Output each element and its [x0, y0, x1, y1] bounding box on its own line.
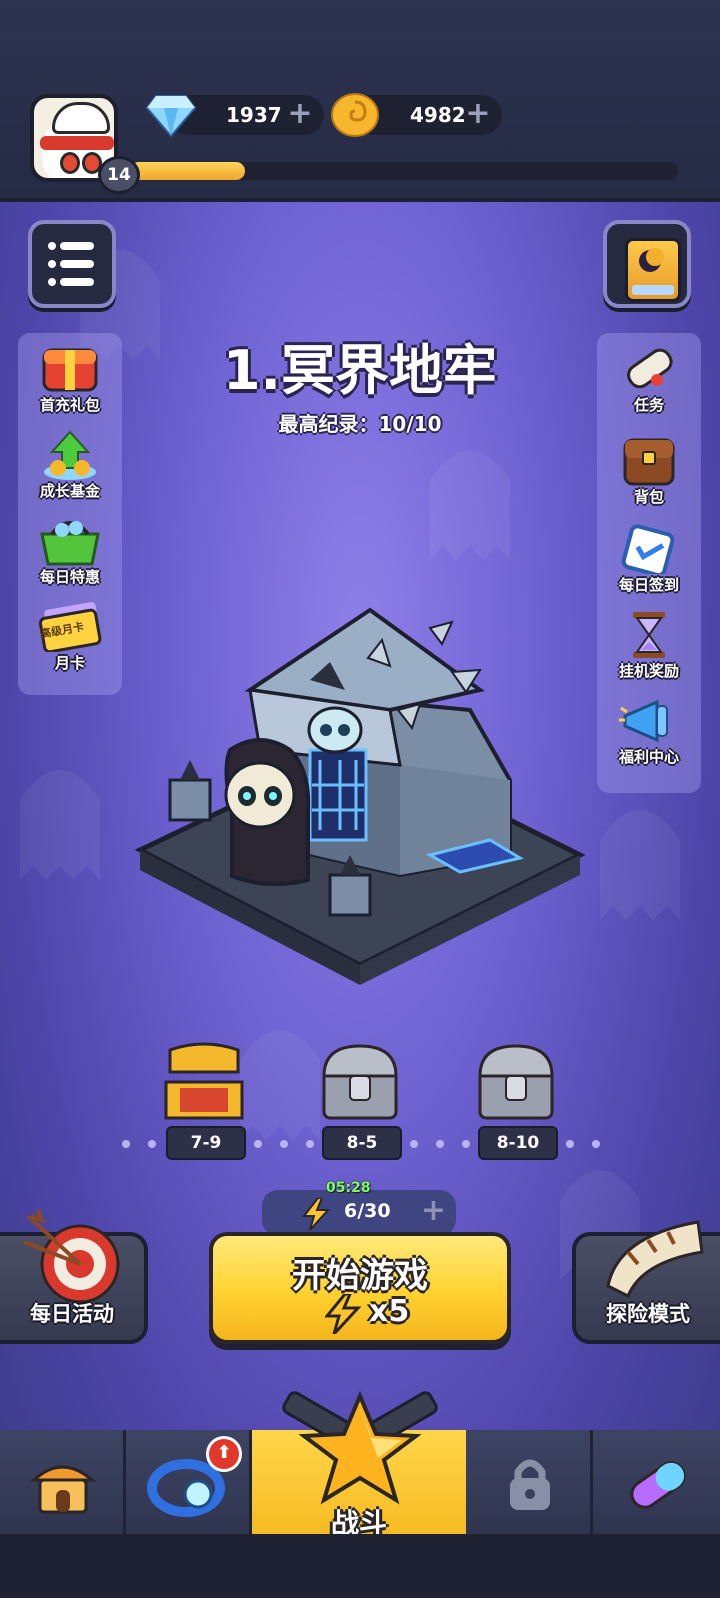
shop-house-icon	[30, 1465, 97, 1514]
main-menu-button[interactable]	[28, 220, 116, 308]
lightning-icon	[302, 1198, 330, 1230]
daily-deal-label: 每日特惠	[39, 568, 100, 586]
start-game-label: 开始游戏	[292, 1256, 428, 1296]
nav-tab-locked[interactable]	[466, 1430, 593, 1534]
dungeon-stage-illustration[interactable]	[130, 600, 590, 1000]
daily-checkin[interactable]: 每日签到	[599, 520, 699, 604]
growth-fund-icon	[44, 430, 96, 480]
diamond-add-button[interactable]: +	[284, 99, 316, 131]
diamond-icon	[146, 95, 196, 138]
chest-stage-label: 8-10	[478, 1126, 558, 1160]
start-game-button[interactable]: 开始游戏 x5	[209, 1232, 511, 1344]
lightning-icon	[325, 1294, 361, 1334]
welfare-center[interactable]: 福利中心	[599, 692, 699, 776]
track-dot	[566, 1140, 574, 1148]
growth-fund-label: 成长基金	[39, 482, 100, 500]
backpack[interactable]: 背包	[599, 432, 699, 516]
clipboard-check-icon	[621, 524, 675, 574]
chest-stage-label: 8-5	[322, 1126, 402, 1160]
adventure-mode-label: 探险模式	[606, 1302, 690, 1326]
megaphone-icon	[619, 699, 668, 743]
energy-timer: 05:28	[326, 1180, 371, 1196]
stage-chest-opened[interactable]: 7-9	[156, 1042, 252, 1162]
moon-book-icon	[625, 238, 681, 302]
open-chest-icon	[164, 1042, 244, 1120]
xp-progress-fill	[130, 162, 246, 180]
player-level-badge: 14	[98, 156, 140, 194]
capsule-potion-icon	[630, 1461, 686, 1509]
system-bottom-bar	[0, 1534, 720, 1598]
xp-progress-bar	[130, 162, 678, 180]
daily-checkin-label: 每日签到	[618, 576, 679, 594]
welfare-center-label: 福利中心	[618, 748, 679, 766]
best-record: 最高纪录：10/10	[278, 412, 442, 436]
energy-counter: 05:28 6/30 +	[262, 1180, 456, 1236]
top-status-bar: 14 1937 + 4982 +	[0, 0, 720, 202]
shopping-basket-icon	[40, 521, 100, 566]
monthly-card[interactable]: 高级月卡 月卡	[20, 598, 120, 682]
nav-tab-potion[interactable]	[593, 1430, 720, 1534]
stage-chest-locked[interactable]: 8-10	[468, 1042, 564, 1162]
track-dot	[280, 1140, 288, 1148]
track-dot	[254, 1140, 262, 1148]
energy-add-button[interactable]: +	[421, 1196, 446, 1226]
adventure-mode-button[interactable]: 探险模式	[572, 1220, 720, 1344]
stage-chest-locked[interactable]: 8-5	[312, 1042, 408, 1162]
track-dot	[592, 1140, 600, 1148]
upgrade-available-badge: ⬆	[206, 1436, 242, 1472]
horn-icon	[606, 1220, 704, 1299]
gold-coin-icon	[331, 93, 379, 137]
daily-deal[interactable]: 每日特惠	[20, 512, 120, 596]
diamond-value: 1937	[226, 103, 282, 127]
start-game-cost: x5	[369, 1294, 410, 1329]
codex-book-button[interactable]	[603, 220, 691, 308]
track-dot	[122, 1140, 130, 1148]
monthly-card-label: 月卡	[54, 654, 85, 672]
backpack-label: 背包	[633, 488, 664, 506]
daily-activity-button[interactable]: 每日活动	[0, 1209, 148, 1344]
growth-fund[interactable]: 成长基金	[20, 426, 120, 510]
backpack-icon	[623, 438, 675, 486]
track-dot	[436, 1140, 444, 1148]
daily-activity-label: 每日活动	[30, 1302, 114, 1326]
idle-reward-label: 挂机奖励	[618, 662, 679, 680]
game-screen: 14 1937 + 4982 + 首充礼包 成长基金 每日特惠 高级月卡 月卡 …	[0, 0, 720, 1598]
battle-star-icon	[282, 1390, 438, 1505]
chest-stage-label: 7-9	[166, 1126, 246, 1160]
idle-reward[interactable]: 挂机奖励	[599, 606, 699, 690]
hourglass-icon	[633, 612, 665, 658]
nav-tab-shop[interactable]	[0, 1430, 126, 1534]
stage-title: 1.冥界地牢	[222, 339, 498, 402]
locked-chest-icon	[478, 1044, 554, 1120]
gold-value: 4982	[410, 103, 466, 127]
archery-target-icon	[23, 1209, 120, 1304]
track-dot	[148, 1140, 156, 1148]
lock-icon	[510, 1459, 550, 1510]
gold-add-button[interactable]: +	[462, 99, 494, 131]
track-dot	[410, 1140, 418, 1148]
energy-count: 6/30	[344, 1200, 391, 1222]
list-icon	[48, 242, 94, 286]
locked-chest-icon	[322, 1044, 398, 1120]
